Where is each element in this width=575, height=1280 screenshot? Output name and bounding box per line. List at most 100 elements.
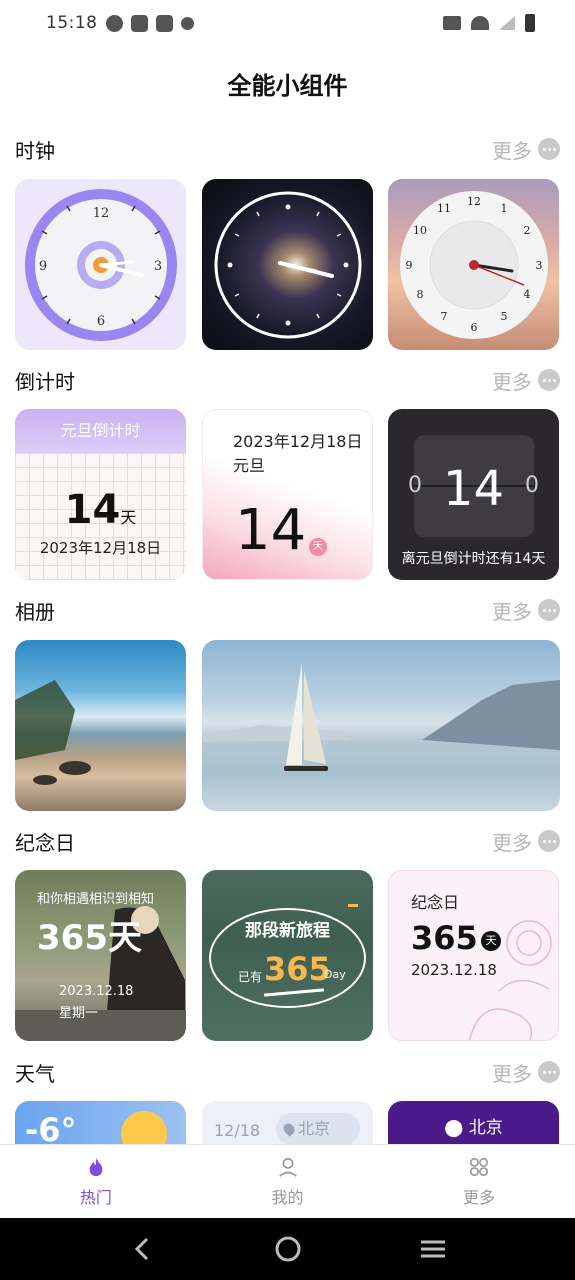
- mail-icon: [130, 14, 148, 32]
- section-title: 相册: [15, 599, 55, 624]
- countdown-widget-grid[interactable]: 元旦倒计时 14天 2023年12月18日: [15, 409, 186, 580]
- section-title: 倒计时: [15, 369, 75, 394]
- weather-widget-light[interactable]: 12/18 北京: [202, 1101, 373, 1145]
- clock-number: 11: [437, 202, 451, 215]
- countdown-widget-flip[interactable]: 0 0 14 离元旦倒计时还有14天: [388, 409, 559, 580]
- more-button[interactable]: 更多: [492, 596, 560, 625]
- purple-clock-face: 12 3 6 9: [25, 189, 177, 341]
- countdown-widget-pink[interactable]: 2023年12月18日 元旦 14 天: [202, 409, 373, 580]
- clock-number: 3: [536, 259, 543, 272]
- clock-widget-photo[interactable]: 12 1 2 3 4 5 6 7 8 9 10 11: [388, 179, 559, 350]
- grid-icon: [470, 1157, 489, 1176]
- album-photo-sailboat[interactable]: [202, 640, 560, 811]
- clock-widget-purple[interactable]: 12 3 6 9: [15, 179, 186, 350]
- city-name: 北京: [298, 1119, 331, 1138]
- clock-number: 9: [406, 259, 413, 272]
- section-header-anniversary: 纪念日 更多: [15, 826, 560, 856]
- person-icon: [278, 1157, 297, 1177]
- clock-number: 12: [93, 206, 110, 221]
- section-header-clock: 时钟 更多: [15, 134, 560, 164]
- wifi-icon: [471, 16, 489, 30]
- recents-icon[interactable]: [418, 1234, 448, 1264]
- album-photo-beach[interactable]: [15, 640, 186, 811]
- status-bar: 15:18: [0, 0, 575, 46]
- journey-prefix: 已有: [238, 970, 263, 984]
- city-name: ⬤ 北京: [388, 1113, 559, 1138]
- weather-temperature: -6°: [25, 1111, 77, 1145]
- days-unit-badge: 天: [309, 538, 327, 556]
- anniversary-widget-photo[interactable]: 和你相遇相识到相知 365天 2023.12.18 星期一: [15, 870, 186, 1041]
- more-label: 更多: [492, 599, 532, 624]
- days-unit: 天: [120, 508, 137, 527]
- anniversary-date: 2023.12.18: [59, 984, 134, 999]
- clock-number: 3: [154, 259, 162, 274]
- section-title: 纪念日: [15, 830, 75, 855]
- clock-number: 7: [441, 310, 448, 323]
- countdown-date: 2023年12月18日: [39, 539, 162, 557]
- signal-icon: [499, 16, 515, 30]
- tab-hot[interactable]: 热门: [0, 1145, 192, 1218]
- tab-label: 我的: [271, 1187, 304, 1207]
- anniversary-widget-journey[interactable]: 那段新旅程 已有 365 Day: [202, 870, 373, 1041]
- anniversary-widget-rose[interactable]: 纪念日 365 天 2023.12.18: [388, 870, 559, 1041]
- countdown-caption: 离元旦倒计时还有14天: [401, 551, 546, 567]
- anniversary-days: 365天: [37, 918, 142, 958]
- tab-label: 更多: [463, 1187, 496, 1207]
- section-title: 天气: [15, 1061, 55, 1086]
- battery-icon: [525, 14, 535, 32]
- more-label: 更多: [492, 830, 532, 855]
- status-time: 15:18: [46, 13, 98, 33]
- clock-widget-galaxy[interactable]: [202, 179, 373, 350]
- anniversary-weekday: 星期一: [59, 1006, 99, 1021]
- sailboat-scene: [202, 662, 560, 771]
- more-dots-icon: [538, 138, 560, 160]
- back-icon[interactable]: [128, 1234, 158, 1264]
- location-pin-icon: ⬤: [444, 1118, 469, 1138]
- more-button[interactable]: 更多: [492, 827, 560, 856]
- bottom-tab-bar: 热门 我的 更多: [0, 1144, 575, 1218]
- anniversary-date: 2023.12.18: [411, 961, 497, 979]
- clock-number: 12: [467, 195, 481, 208]
- weather-widget-sunny[interactable]: -6°: [15, 1101, 186, 1145]
- more-dots-icon: [538, 599, 560, 621]
- countdown-days: 14: [442, 461, 505, 517]
- journey-title: 那段新旅程: [245, 921, 330, 941]
- clock-number: 9: [39, 259, 47, 274]
- clock-number: 8: [417, 288, 424, 301]
- mail-icon: [155, 14, 173, 32]
- more-button[interactable]: 更多: [492, 135, 560, 164]
- more-dots-icon: [538, 1061, 560, 1083]
- journey-days: 365: [264, 950, 331, 988]
- location-pin-icon: [281, 1121, 297, 1137]
- weather-widget-dark[interactable]: ⬤ 北京: [388, 1101, 559, 1145]
- clock-number: 4: [524, 288, 531, 301]
- home-icon[interactable]: [273, 1234, 303, 1264]
- section-header-weather: 天气 更多: [15, 1057, 560, 1087]
- city-pill: 北京: [276, 1113, 360, 1145]
- days-unit-badge: 天: [481, 931, 501, 951]
- photo-clock-face: 12 1 2 3 4 5 6 7 8 9 10 11: [400, 191, 548, 339]
- tab-mine[interactable]: 我的: [192, 1145, 384, 1218]
- more-button[interactable]: 更多: [492, 366, 560, 395]
- countdown-event: 元旦: [233, 456, 266, 475]
- clock-number: 5: [501, 310, 508, 323]
- section-header-countdown: 倒计时 更多: [15, 365, 560, 395]
- more-label: 更多: [492, 138, 532, 163]
- clock-number: 10: [413, 224, 427, 237]
- anniversary-days: 365: [411, 919, 478, 957]
- flame-icon: [89, 1157, 103, 1176]
- countdown-header: 元旦倒计时: [15, 409, 186, 453]
- clock-number: 1: [501, 202, 508, 215]
- speedometer-icon: [105, 14, 123, 32]
- journey-unit: Day: [324, 968, 346, 981]
- more-label: 更多: [492, 1061, 532, 1086]
- section-title: 时钟: [15, 138, 55, 163]
- more-button[interactable]: 更多: [492, 1058, 560, 1087]
- tab-more[interactable]: 更多: [383, 1145, 575, 1218]
- days-number: 14: [64, 487, 121, 533]
- sun-icon: [121, 1111, 167, 1145]
- countdown-date: 2023年12月18日: [233, 432, 363, 451]
- city-label: 北京: [468, 1118, 503, 1138]
- clock-number: 6: [97, 314, 105, 329]
- anniversary-title: 纪念日: [411, 893, 460, 912]
